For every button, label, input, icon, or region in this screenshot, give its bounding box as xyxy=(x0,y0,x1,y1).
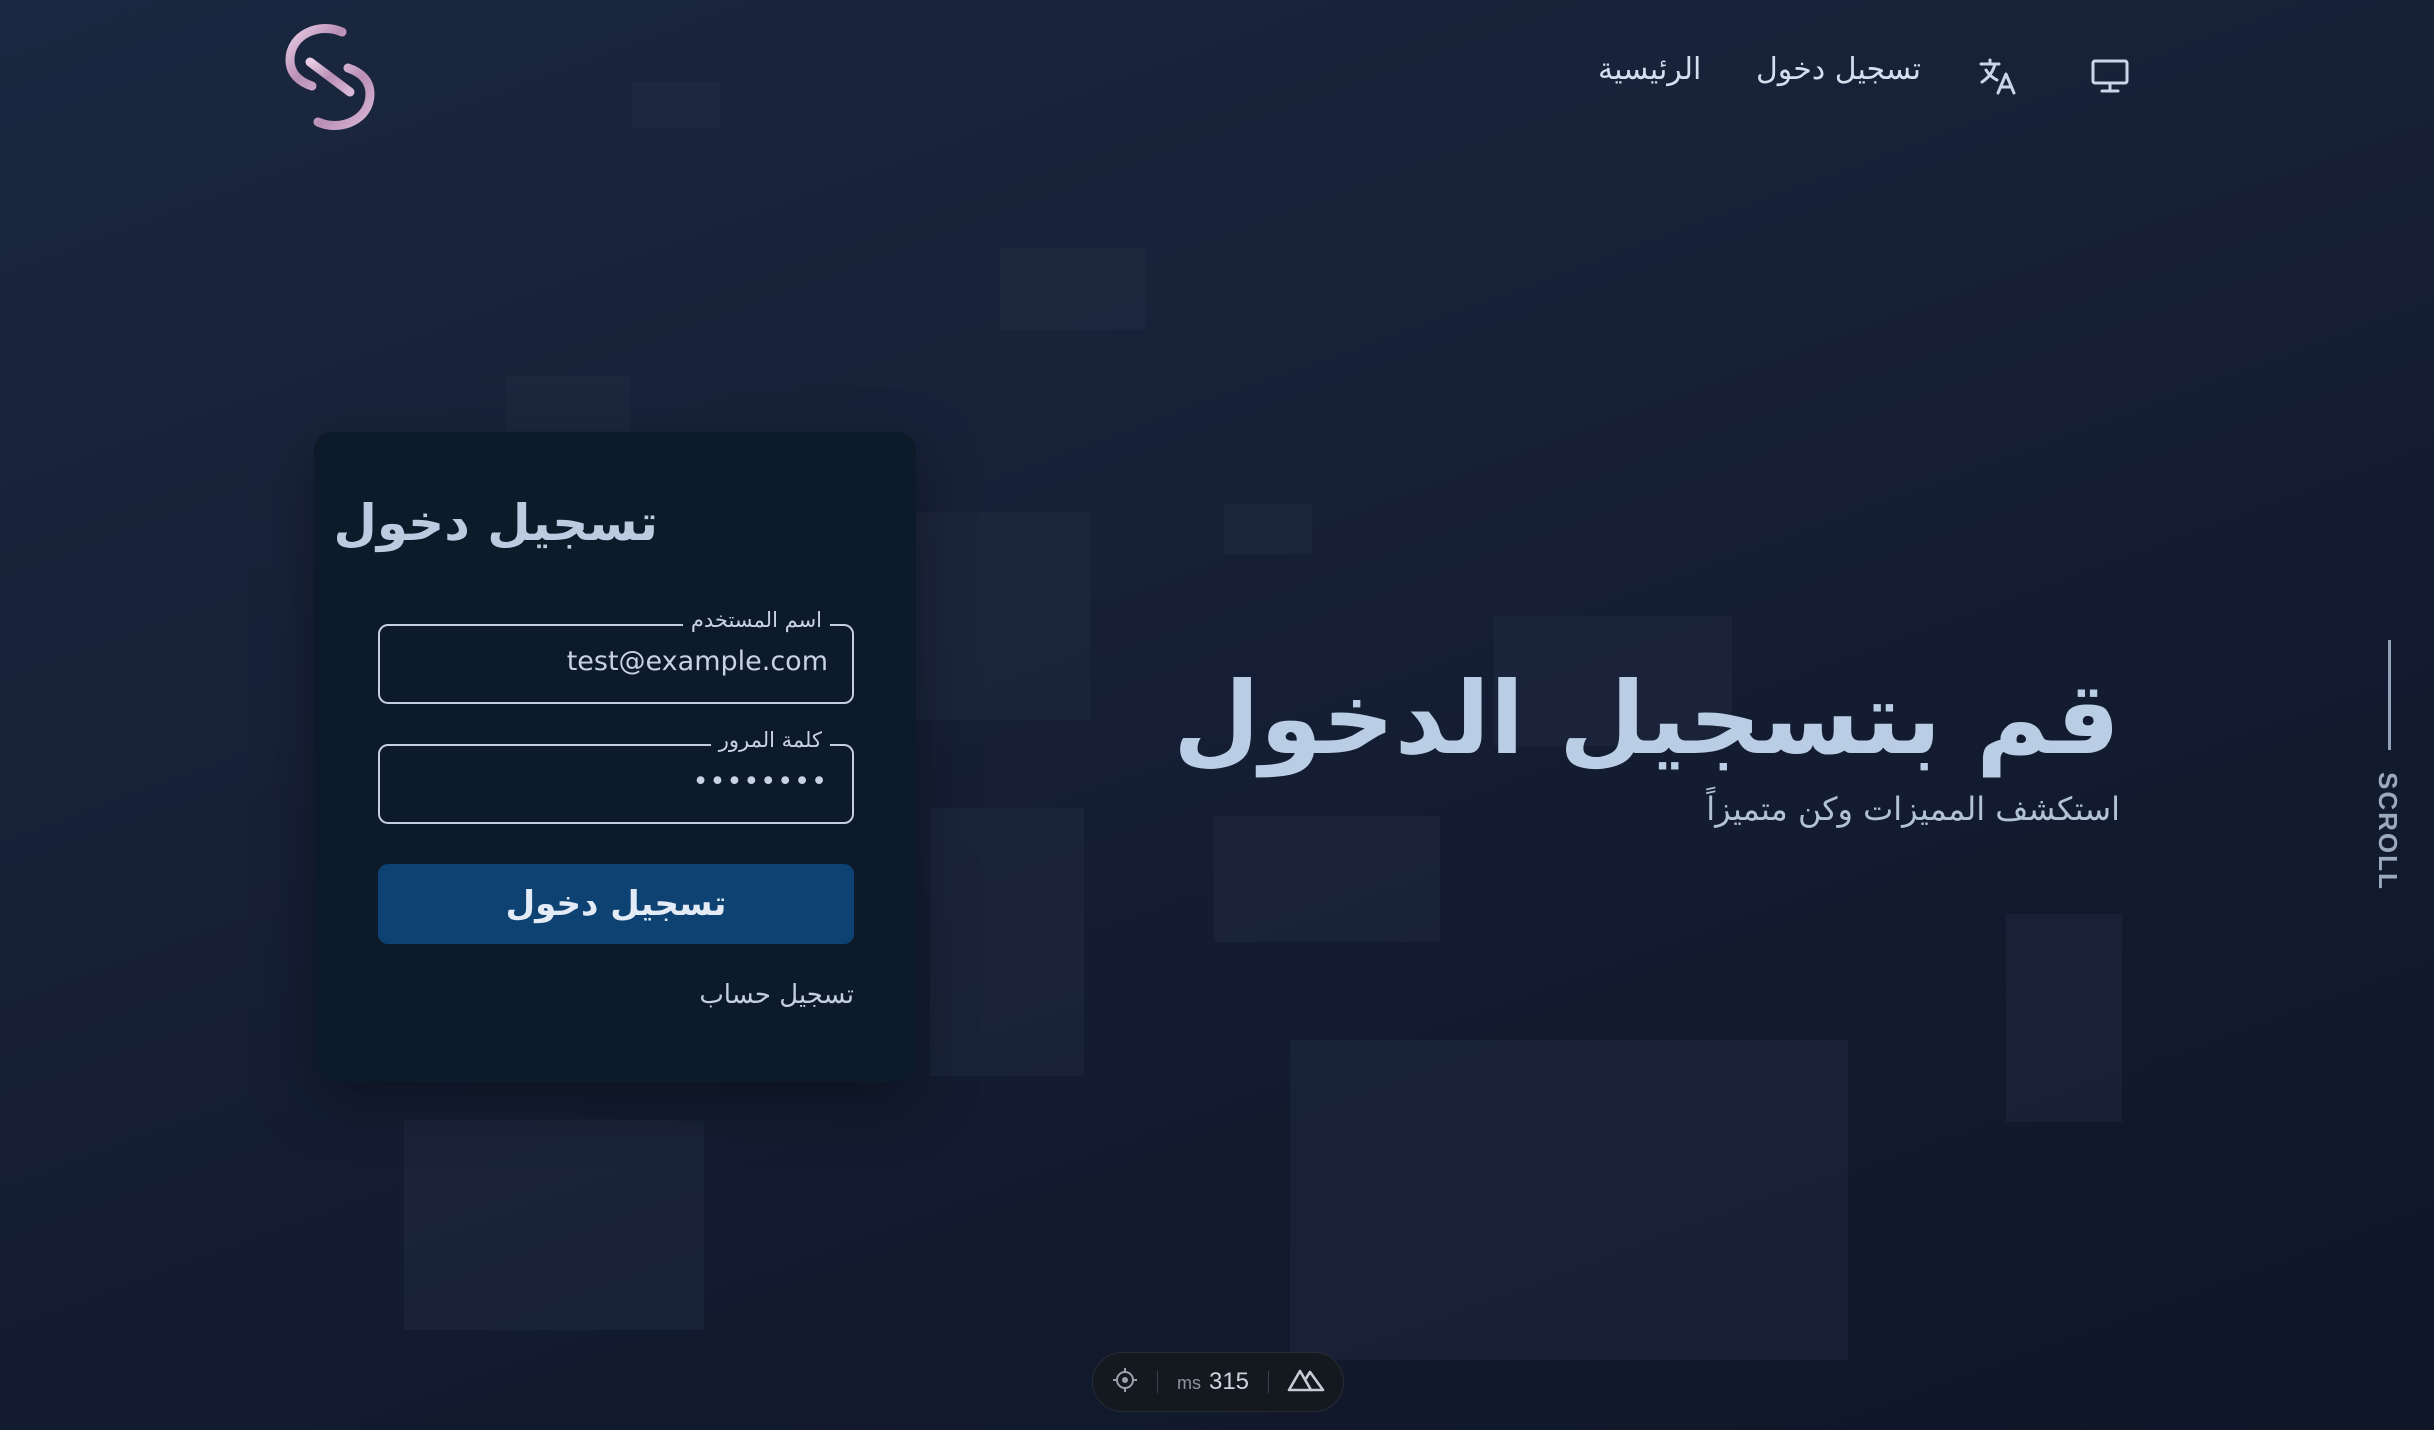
bg-rect xyxy=(1214,816,1440,942)
bg-rect xyxy=(506,376,630,432)
login-card-title: تسجيل دخول xyxy=(333,494,658,552)
register-link[interactable]: تسجيل حساب xyxy=(699,980,854,1010)
crosshair-icon[interactable] xyxy=(1111,1366,1139,1399)
bg-rect xyxy=(916,512,1090,720)
username-field[interactable]: اسم المستخدم test@example.com xyxy=(378,608,854,704)
password-value[interactable]: •••••••• xyxy=(693,766,828,797)
bg-rect xyxy=(930,808,1084,1076)
translate-icon[interactable] xyxy=(1978,56,2018,96)
nuxt-devtools-icon[interactable] xyxy=(1287,1366,1325,1399)
devtools-timing: ms 315 xyxy=(1177,1368,1249,1396)
bg-rect xyxy=(1224,504,1312,554)
bg-rect xyxy=(2006,914,2122,1122)
timing-value: 315 xyxy=(1208,1368,1250,1395)
hero-subtitle: استكشف المميزات وكن متميزاً xyxy=(1706,790,2120,828)
username-label: اسم المستخدم xyxy=(682,608,830,632)
hero-title: قم بتسجيل الدخول xyxy=(1173,660,2120,777)
monitor-icon[interactable] xyxy=(2090,56,2130,96)
scroll-label[interactable]: SCROLL xyxy=(2372,772,2403,891)
nav-home-link[interactable]: الرئيسية xyxy=(1598,52,1701,87)
bg-rect xyxy=(1290,1040,1848,1360)
devtools-separator xyxy=(1157,1371,1159,1393)
scroll-indicator-line xyxy=(2388,640,2391,750)
bg-rect xyxy=(404,1120,704,1330)
nav-login-link[interactable]: تسجيل دخول xyxy=(1756,52,1921,87)
timing-unit: ms xyxy=(1176,1373,1201,1393)
bg-rect xyxy=(632,82,720,128)
login-submit-button[interactable]: تسجيل دخول xyxy=(378,864,854,944)
password-field[interactable]: كلمة المرور •••••••• xyxy=(378,728,854,824)
devtools-separator xyxy=(1267,1371,1269,1393)
devtools-bar: ms 315 xyxy=(1092,1352,1344,1412)
password-label: كلمة المرور xyxy=(710,728,830,752)
bg-rect xyxy=(1000,248,1146,330)
login-card: تسجيل دخول اسم المستخدم test@example.com… xyxy=(314,432,916,1082)
username-value[interactable]: test@example.com xyxy=(567,646,828,677)
link-logo-icon[interactable] xyxy=(280,22,380,132)
